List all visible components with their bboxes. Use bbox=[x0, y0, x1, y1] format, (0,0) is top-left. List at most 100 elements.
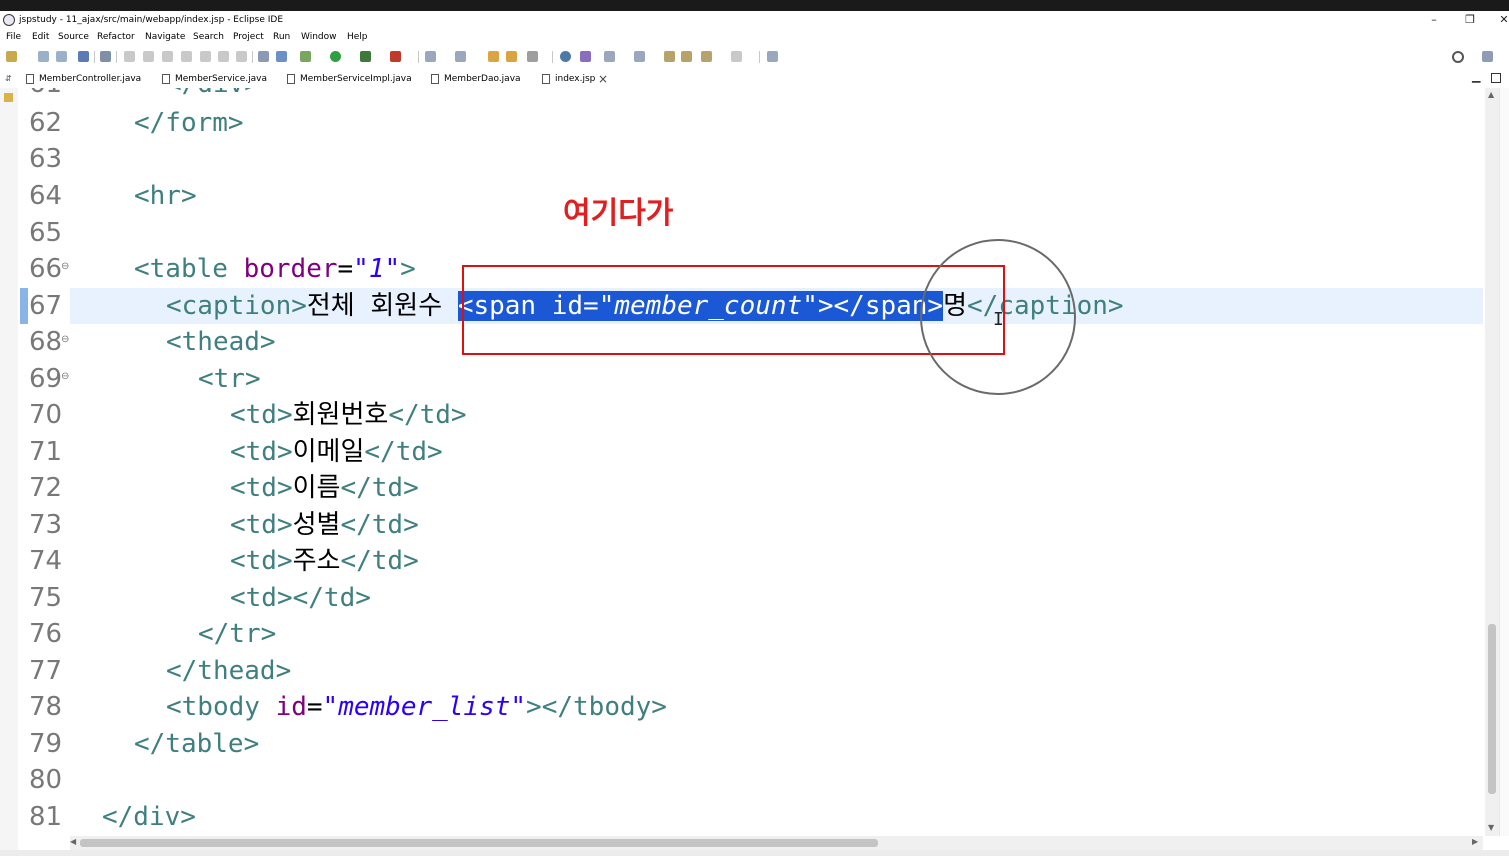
debug-icon[interactable] bbox=[300, 51, 311, 62]
previous-annotation-icon[interactable] bbox=[634, 51, 645, 62]
horizontal-scrollbar[interactable]: ◀ ▶ bbox=[70, 836, 1483, 850]
code-line-72: 72 <td>이름</td> bbox=[20, 470, 1483, 506]
last-edit-icon[interactable] bbox=[664, 51, 675, 62]
line-number: 70 bbox=[29, 400, 63, 430]
step-into-icon[interactable] bbox=[200, 51, 211, 62]
fold-toggle-icon[interactable]: ⊖ bbox=[61, 370, 69, 384]
code-token: </td> bbox=[364, 437, 443, 467]
code-text: <td>이름</td> bbox=[230, 470, 419, 506]
menu-window[interactable]: Window bbox=[301, 32, 337, 42]
save-icon[interactable] bbox=[38, 51, 49, 62]
tab-label: MemberDao.java bbox=[444, 74, 521, 84]
tab-label: MemberController.java bbox=[39, 74, 142, 84]
tab-label: MemberService.java bbox=[175, 74, 267, 84]
tab-member-dao[interactable]: MemberDao.java bbox=[431, 72, 531, 88]
menu-project[interactable]: Project bbox=[233, 32, 264, 42]
tab-member-service-impl[interactable]: MemberServiceImpl.java bbox=[287, 72, 422, 88]
new-class-icon[interactable] bbox=[455, 51, 466, 62]
tab-member-controller[interactable]: MemberController.java bbox=[26, 72, 156, 88]
fold-toggle-icon[interactable]: ⊖ bbox=[61, 333, 69, 347]
code-line-61-partial: 61 </div> bbox=[20, 88, 1483, 102]
scroll-left-icon[interactable]: ◀ bbox=[70, 837, 76, 846]
menu-source[interactable]: Source bbox=[58, 32, 89, 42]
code-text: <td>회원번호</td> bbox=[230, 397, 467, 433]
next-annotation-icon[interactable] bbox=[604, 51, 615, 62]
menu-search[interactable]: Search bbox=[193, 32, 224, 42]
minimize-editor-button[interactable]: ▁ bbox=[1472, 70, 1480, 83]
tab-label: index.jsp bbox=[555, 74, 596, 84]
restore-button[interactable]: ❐ bbox=[1460, 13, 1480, 26]
close-window-button[interactable]: ✕ bbox=[1494, 13, 1509, 26]
menu-edit[interactable]: Edit bbox=[32, 32, 49, 42]
code-token: = bbox=[337, 254, 354, 284]
coverage-icon[interactable] bbox=[360, 51, 371, 62]
open-task-icon[interactable] bbox=[506, 51, 517, 62]
code-token: <td> bbox=[230, 437, 293, 467]
open-perspective-icon[interactable] bbox=[1482, 51, 1493, 62]
save-all-icon[interactable] bbox=[56, 51, 67, 62]
code-text: </div> bbox=[102, 802, 196, 832]
search-tool-icon[interactable] bbox=[527, 51, 538, 62]
line-number: 63 bbox=[29, 144, 63, 174]
skip-breakpoints-icon[interactable] bbox=[100, 51, 111, 62]
maximize-editor-button[interactable] bbox=[1491, 73, 1501, 83]
forward-icon[interactable] bbox=[731, 51, 742, 62]
toolbar-separator bbox=[552, 51, 553, 63]
resume-icon[interactable] bbox=[124, 51, 135, 62]
external-tools-icon[interactable] bbox=[390, 51, 401, 62]
minimize-button[interactable]: – bbox=[1424, 13, 1444, 26]
scroll-right-icon[interactable]: ▶ bbox=[1472, 837, 1478, 846]
restore-package-explorer-icon[interactable] bbox=[4, 93, 13, 102]
menu-file[interactable]: File bbox=[6, 32, 21, 42]
code-token: 주소 bbox=[292, 546, 341, 576]
pin-editor-icon[interactable] bbox=[767, 51, 778, 62]
menu-run[interactable]: Run bbox=[273, 32, 290, 42]
line-number: 74 bbox=[29, 546, 63, 576]
scroll-down-icon[interactable]: ▼ bbox=[1488, 823, 1494, 832]
annotation-icon[interactable] bbox=[580, 51, 591, 62]
terminal-icon[interactable] bbox=[78, 51, 89, 62]
scroll-up-icon[interactable]: ▲ bbox=[1488, 90, 1494, 99]
line-number: 64 bbox=[29, 181, 63, 211]
open-type-icon[interactable] bbox=[488, 51, 499, 62]
vertical-scrollbar[interactable]: ▲ ▼ bbox=[1485, 88, 1499, 836]
code-text: </form> bbox=[134, 108, 244, 138]
code-line-77: 77 </thead> bbox=[20, 653, 1483, 689]
code-text: <table border="1"> bbox=[134, 251, 416, 287]
disconnect-icon[interactable] bbox=[181, 51, 192, 62]
code-text: </tr> bbox=[198, 619, 277, 649]
code-editor[interactable]: 61 </div> 62 </form> 63 64 <hr> 65 66 ⊖ … bbox=[20, 88, 1483, 836]
toggle-block-icon[interactable] bbox=[258, 51, 269, 62]
step-return-icon[interactable] bbox=[236, 51, 247, 62]
code-text: </div> bbox=[166, 88, 260, 102]
menu-refactor[interactable]: Refactor bbox=[97, 32, 135, 42]
code-token: border bbox=[243, 254, 338, 284]
horizontal-scroll-thumb[interactable] bbox=[80, 839, 878, 847]
menu-bar: File Edit Source Refactor Navigate Searc… bbox=[0, 31, 1509, 45]
tab-index-jsp[interactable]: index.jsp × bbox=[536, 72, 616, 88]
line-number: 69 bbox=[29, 364, 63, 394]
fold-toggle-icon[interactable]: ⊖ bbox=[61, 260, 69, 274]
close-tab-icon[interactable]: × bbox=[598, 72, 608, 86]
line-number: 79 bbox=[29, 729, 63, 759]
web-browser-icon[interactable] bbox=[560, 51, 571, 62]
line-number: 62 bbox=[29, 108, 63, 138]
code-line-76: 76 </tr> bbox=[20, 616, 1483, 652]
new-icon[interactable] bbox=[6, 51, 17, 62]
terminate-icon[interactable] bbox=[162, 51, 173, 62]
suspend-icon[interactable] bbox=[143, 51, 154, 62]
back-icon[interactable] bbox=[681, 51, 692, 62]
new-server-icon[interactable] bbox=[425, 51, 436, 62]
view-menu-icon[interactable]: ⇵ bbox=[5, 74, 12, 83]
step-over-icon[interactable] bbox=[218, 51, 229, 62]
menu-navigate[interactable]: Navigate bbox=[145, 32, 185, 42]
menu-help[interactable]: Help bbox=[347, 32, 368, 42]
code-text: <td>성별</td> bbox=[230, 507, 419, 543]
code-token: <td> bbox=[230, 546, 293, 576]
tab-member-service[interactable]: MemberService.java bbox=[162, 72, 280, 88]
back-history-icon[interactable] bbox=[701, 51, 712, 62]
search-icon[interactable] bbox=[1452, 51, 1464, 63]
word-wrap-icon[interactable] bbox=[276, 51, 287, 62]
run-icon[interactable] bbox=[330, 51, 341, 62]
vertical-scroll-thumb[interactable] bbox=[1488, 624, 1496, 794]
